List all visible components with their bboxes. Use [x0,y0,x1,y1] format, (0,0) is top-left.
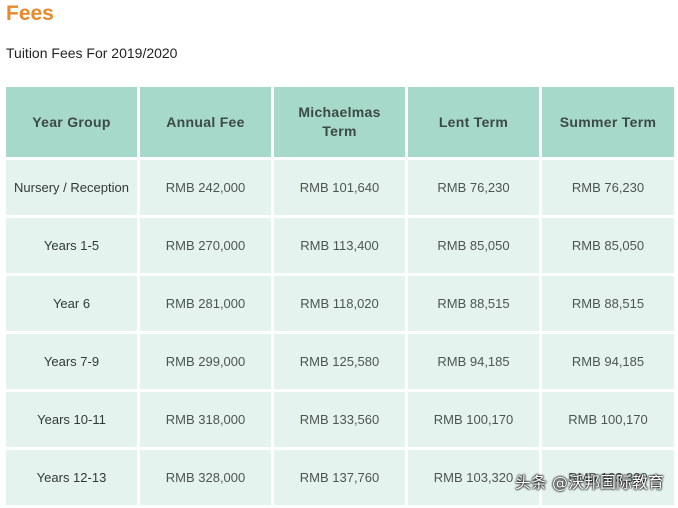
cell-year-group: Years 10-11 [6,392,137,447]
cell-summer-term: RMB 100,170 [542,392,674,447]
cell-michaelmas-term: RMB 118,020 [274,276,405,331]
cell-annual-fee: RMB 299,000 [140,334,271,389]
cell-lent-term: RMB 85,050 [408,218,539,273]
cell-year-group: Years 12-13 [6,450,137,505]
cell-year-group: Nursery / Reception [6,160,137,215]
header-michaelmas-term: Michaelmas Term [274,87,405,157]
cell-lent-term: RMB 100,170 [408,392,539,447]
fees-table: Year Group Annual Fee Michaelmas Term Le… [3,84,677,508]
page-title: Fees [6,2,54,25]
cell-summer-term: RMB 85,050 [542,218,674,273]
cell-michaelmas-term: RMB 113,400 [274,218,405,273]
cell-lent-term: RMB 88,515 [408,276,539,331]
header-summer-term: Summer Term [542,87,674,157]
table-row: Years 10-11 RMB 318,000 RMB 133,560 RMB … [6,392,674,447]
header-lent-term: Lent Term [408,87,539,157]
table-row: Years 7-9 RMB 299,000 RMB 125,580 RMB 94… [6,334,674,389]
header-annual-fee: Annual Fee [140,87,271,157]
cell-michaelmas-term: RMB 125,580 [274,334,405,389]
page-subtitle: Tuition Fees For 2019/2020 [6,45,178,61]
cell-annual-fee: RMB 281,000 [140,276,271,331]
table-header-row: Year Group Annual Fee Michaelmas Term Le… [6,87,674,157]
cell-summer-term: RMB 76,230 [542,160,674,215]
cell-annual-fee: RMB 242,000 [140,160,271,215]
cell-year-group: Year 6 [6,276,137,331]
cell-summer-term: RMB 94,185 [542,334,674,389]
cell-michaelmas-term: RMB 101,640 [274,160,405,215]
header-michaelmas-term-label: Michaelmas Term [298,104,381,139]
cell-year-group: Years 1-5 [6,218,137,273]
table-row: Year 6 RMB 281,000 RMB 118,020 RMB 88,51… [6,276,674,331]
cell-annual-fee: RMB 318,000 [140,392,271,447]
header-year-group: Year Group [6,87,137,157]
cell-michaelmas-term: RMB 137,760 [274,450,405,505]
cell-lent-term: RMB 94,185 [408,334,539,389]
cell-summer-term: RMB 88,515 [542,276,674,331]
cell-annual-fee: RMB 328,000 [140,450,271,505]
cell-lent-term: RMB 76,230 [408,160,539,215]
cell-michaelmas-term: RMB 133,560 [274,392,405,447]
table-row: Nursery / Reception RMB 242,000 RMB 101,… [6,160,674,215]
cell-annual-fee: RMB 270,000 [140,218,271,273]
watermark-text: 头条 @沃邦国际教育 [514,473,664,492]
cell-year-group: Years 7-9 [6,334,137,389]
table-row: Years 1-5 RMB 270,000 RMB 113,400 RMB 85… [6,218,674,273]
